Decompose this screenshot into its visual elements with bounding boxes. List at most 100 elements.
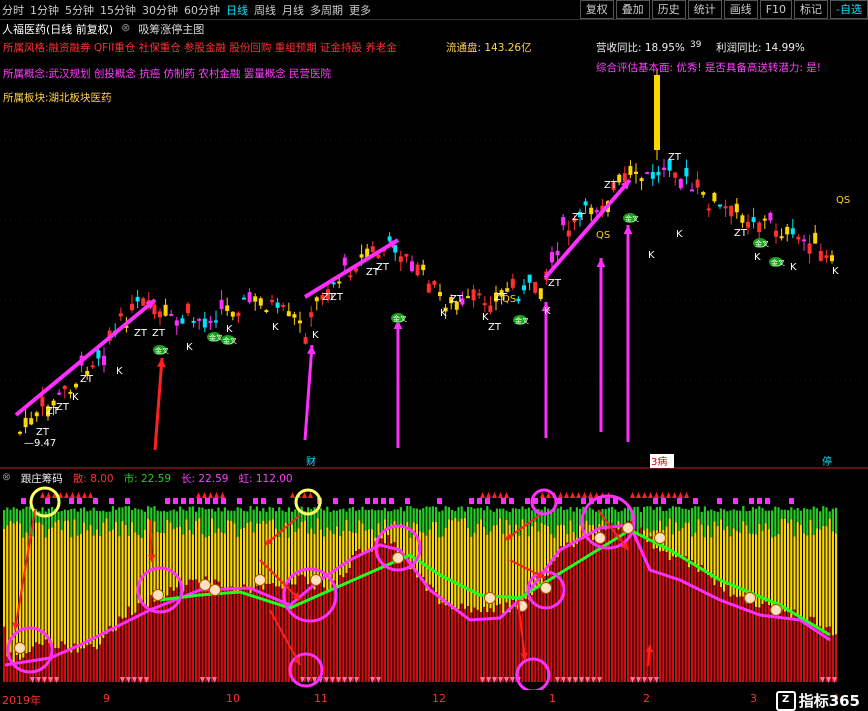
chip-bar-red (710, 578, 712, 682)
chip-bar-yellow (569, 520, 571, 544)
chip-bar-green (80, 508, 82, 533)
chip-bar-green (83, 507, 85, 522)
time-axis: 2019年91011121234 (0, 690, 868, 709)
candle-body (214, 320, 218, 322)
logo-text: 指标365 (799, 690, 860, 711)
candle-body (516, 299, 520, 302)
chip-bar-red (409, 569, 411, 682)
chip-bar-yellow (237, 537, 239, 592)
chip-bar-yellow (105, 518, 107, 634)
chip-bar-green (214, 511, 216, 533)
chip-bar-green (144, 512, 146, 530)
chip-bar-red (457, 609, 459, 682)
candle-body (141, 298, 145, 305)
chip-bar-yellow (93, 535, 95, 647)
chip-bar-yellow (470, 537, 472, 613)
chip-bar-yellow (86, 530, 88, 645)
chip-bar-green (790, 507, 792, 519)
top-triangle (558, 492, 563, 498)
chip-bar-green (669, 508, 671, 518)
chip-bar-yellow (73, 519, 75, 643)
top-triangle (492, 492, 497, 498)
chip-bar-green (253, 510, 255, 533)
top-triangle (576, 492, 581, 498)
chip-bar-green (189, 507, 191, 530)
chip-bar-green (249, 506, 251, 521)
chip-bar-yellow (473, 533, 475, 608)
chip-bar-green (713, 511, 715, 521)
candle-body (343, 258, 347, 266)
top-triangle (88, 492, 93, 498)
chip-bar-red (86, 645, 88, 682)
chip-bar-green (397, 509, 399, 524)
chip-bar-yellow (77, 535, 79, 652)
candle-body (18, 432, 22, 434)
chip-bar-yellow (48, 529, 50, 643)
chip-bar-red (333, 581, 335, 682)
chip-bar-yellow (13, 523, 15, 662)
chip-bar-green (457, 507, 459, 521)
chip-bar-green (726, 511, 728, 526)
signal-block (237, 498, 242, 504)
chip-bar-green (176, 511, 178, 527)
chip-distribution-chart[interactable] (0, 470, 868, 690)
chip-bar-green (419, 510, 421, 532)
candle-body (24, 418, 28, 427)
candle-body (567, 231, 571, 237)
chip-bar-red (800, 619, 802, 682)
chip-bar-yellow (217, 528, 219, 582)
marker-yibing: 3病 (651, 455, 667, 468)
chip-bar-green (73, 509, 75, 520)
k-label: K (186, 342, 193, 353)
chip-bar-red (435, 592, 437, 682)
chip-bar-yellow (32, 536, 34, 646)
chip-bar-green (70, 509, 72, 537)
signal-block (333, 498, 338, 504)
chip-bar-green (224, 507, 226, 533)
chip-bar-yellow (163, 533, 165, 599)
chip-bar-red (256, 586, 258, 682)
chip-bar-red (217, 582, 219, 682)
chip-bar-green (733, 509, 735, 528)
top-triangle (678, 492, 683, 498)
candlestick-chart[interactable]: ZTZTZTZTZTZTZTZTZTZTZTZTZTZTZTZTZTZTKKKK… (0, 0, 868, 470)
chip-bar-red (723, 592, 725, 682)
candle-body (617, 175, 621, 183)
candle-body (645, 172, 649, 174)
chip-bar-yellow (822, 526, 824, 633)
candle-body (175, 320, 179, 325)
chip-bar-red (621, 524, 623, 682)
candle-body (488, 306, 492, 313)
k-label: K (116, 366, 123, 377)
chip-bar-yellow (134, 532, 136, 612)
chip-bar-red (752, 598, 754, 682)
chip-bar-yellow (144, 530, 146, 608)
chip-bar-green (374, 510, 376, 537)
chip-bar-green (822, 506, 824, 526)
chip-bar-green (653, 510, 655, 530)
candle-body (304, 337, 308, 344)
chip-bar-yellow (742, 521, 744, 596)
chip-bar-green (761, 508, 763, 531)
money-bag-icon (210, 585, 221, 596)
chip-bar-red (669, 560, 671, 682)
chip-bar-yellow (102, 523, 104, 638)
chip-bar-red (649, 537, 651, 682)
chip-bar-red (470, 612, 472, 682)
cross-badge-text: 金叉 (515, 316, 529, 325)
chip-bar-yellow (563, 525, 565, 549)
chip-bar-red (755, 607, 757, 682)
chip-bar-red (77, 653, 79, 682)
candle-body (298, 320, 302, 323)
chip-bar-green (179, 507, 181, 527)
chip-bar-green (438, 512, 440, 538)
chip-bar-red (713, 585, 715, 682)
chip-bar-green (781, 510, 783, 519)
chip-bar-green (329, 512, 331, 531)
chip-bar-green (445, 506, 447, 527)
chip-bar-green (813, 506, 815, 534)
chip-bar-yellow (83, 523, 85, 649)
candle-body (96, 350, 100, 358)
candle-body (623, 173, 627, 182)
signal-block (253, 498, 258, 504)
